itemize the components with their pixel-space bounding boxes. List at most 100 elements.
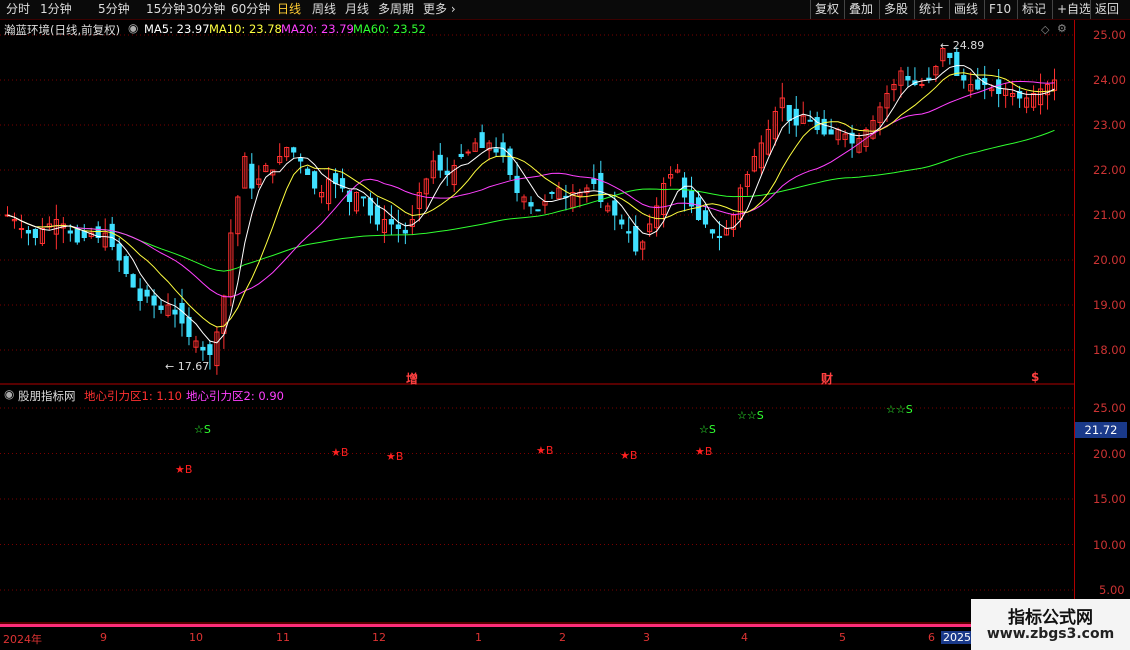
candle-body: [374, 205, 381, 225]
axis-label: 23.00: [1093, 118, 1126, 132]
candle-body: [144, 289, 150, 297]
candle-body: [619, 219, 625, 225]
candle-body: [961, 75, 967, 81]
candle-body: [821, 118, 827, 135]
period-tab-monthly[interactable]: 月线: [345, 0, 369, 19]
date-label: 1: [475, 631, 482, 644]
candle-body: [549, 191, 555, 194]
period-tab-30min[interactable]: 30分钟: [186, 0, 225, 19]
candle-body: [626, 231, 632, 234]
buy-signal: ★B: [175, 463, 193, 476]
f10-button[interactable]: F10: [984, 0, 1015, 19]
candle-body: [996, 79, 1002, 94]
candle-body: [954, 51, 960, 76]
axis-label: 22.00: [1093, 163, 1126, 177]
event-marker-cai[interactable]: 财: [821, 370, 833, 387]
buy-signal: ★B: [620, 449, 638, 462]
candle-body: [528, 202, 534, 207]
candle-body: [828, 129, 834, 135]
date-label: 5: [839, 631, 846, 644]
candle-body: [172, 309, 178, 315]
more-label: 更多: [423, 2, 448, 16]
candle-body: [814, 117, 820, 130]
period-tab-60min[interactable]: 60分钟: [231, 0, 270, 19]
diamond-icon[interactable]: ◇: [1041, 23, 1049, 36]
stock-title: 瀚蓝环境(日线,前复权): [4, 23, 121, 37]
period-tab-5min[interactable]: 5分钟: [98, 0, 130, 19]
restore-right-button[interactable]: 复权: [810, 0, 843, 19]
candle-body: [312, 171, 318, 189]
date-label: 2: [559, 631, 566, 644]
buy-signal: ★B: [386, 450, 404, 463]
candle-body: [919, 84, 925, 86]
candle-body: [633, 225, 639, 252]
statistics-button[interactable]: 统计: [914, 0, 947, 19]
candle-body: [598, 172, 604, 203]
date-axis: 2024年 9 10 11 12 1 2 3 4 5 6 2025/: [0, 628, 1130, 650]
candle-body: [479, 132, 485, 148]
candle-body: [947, 52, 953, 59]
indicator-axis-label: 10.00: [1093, 538, 1126, 552]
ma5-legend: MA5: 23.97: [144, 22, 210, 36]
chevron-right-icon: ›: [450, 2, 456, 16]
period-tab-intraday[interactable]: 分时: [6, 0, 30, 19]
candle-body: [395, 224, 401, 230]
sell-signal: ☆☆S: [886, 403, 913, 416]
indicator-panel[interactable]: ◉ 股朋指标网 地心引力区1: 1.10 地心引力区2: 0.90 ★B ☆S …: [0, 386, 1074, 624]
sell-signal: ☆S: [699, 423, 716, 436]
ma20-line: [7, 80, 1055, 298]
high-price-value: 24.89: [952, 39, 985, 52]
date-label: 10: [189, 631, 203, 644]
settings-circle-icon[interactable]: ◉: [128, 21, 138, 35]
mark-button[interactable]: 标记: [1017, 0, 1050, 19]
candle-body: [402, 229, 408, 234]
axis-label: 24.00: [1093, 73, 1126, 87]
date-label: 6: [928, 631, 935, 644]
ma10-legend: MA10: 23.78: [209, 22, 282, 36]
candle-body: [158, 305, 164, 311]
price-chart-svg: [0, 34, 1074, 385]
candle-body: [465, 151, 471, 154]
period-tab-15min[interactable]: 15分钟: [146, 0, 185, 19]
period-tab-1min[interactable]: 1分钟: [40, 0, 72, 19]
candle-body: [137, 288, 143, 302]
candle-body: [249, 163, 255, 189]
overlay-button[interactable]: 叠加: [844, 0, 877, 19]
gear-icon[interactable]: ⚙: [1057, 22, 1067, 35]
candle-body: [493, 148, 499, 153]
period-tab-weekly[interactable]: 周线: [312, 0, 336, 19]
price-axis: 25.00 24.00 23.00 22.00 21.00 20.00 19.0…: [1074, 20, 1130, 625]
candle-body: [458, 153, 464, 158]
candle-body: [905, 76, 911, 81]
axis-label: 18.00: [1093, 343, 1126, 357]
event-marker-zeng[interactable]: 增: [406, 370, 418, 387]
candle-body: [25, 230, 32, 234]
draw-line-button[interactable]: 画线: [949, 0, 982, 19]
indicator-axis-label: 25.00: [1093, 401, 1126, 415]
watermark-title: 指标公式网: [1008, 608, 1093, 628]
period-tab-more[interactable]: 更多 ›: [423, 0, 456, 19]
axis-label: 20.00: [1093, 253, 1126, 267]
buy-signal: ★B: [331, 446, 349, 459]
candle-body: [67, 230, 73, 234]
candle-body: [591, 178, 597, 185]
period-tab-daily[interactable]: 日线: [277, 0, 301, 19]
multi-stock-button[interactable]: 多股: [879, 0, 912, 19]
indicator-settings-icon[interactable]: ◉: [4, 387, 14, 401]
ma20-legend: MA20: 23.79: [281, 22, 354, 36]
high-price-label: ← 24.89: [940, 39, 985, 52]
candle-body: [186, 316, 192, 338]
price-chart-panel[interactable]: 瀚蓝环境(日线,前复权) ◉ MA5: 23.97 MA10: 23.78 MA…: [0, 20, 1074, 387]
axis-label: 25.00: [1093, 28, 1126, 42]
back-button[interactable]: 返回: [1090, 0, 1123, 19]
scroll-bar[interactable]: [0, 624, 1074, 627]
candle-body: [716, 235, 723, 238]
buy-signal: ★B: [536, 444, 554, 457]
sell-signal: ☆S: [194, 423, 211, 436]
candle-body: [975, 79, 981, 90]
period-tab-multi[interactable]: 多周期: [378, 0, 414, 19]
candle-body: [612, 200, 618, 216]
candle-body: [200, 346, 206, 351]
add-watchlist-button[interactable]: +自选: [1052, 0, 1095, 19]
event-marker-dollar[interactable]: $: [1031, 370, 1039, 384]
